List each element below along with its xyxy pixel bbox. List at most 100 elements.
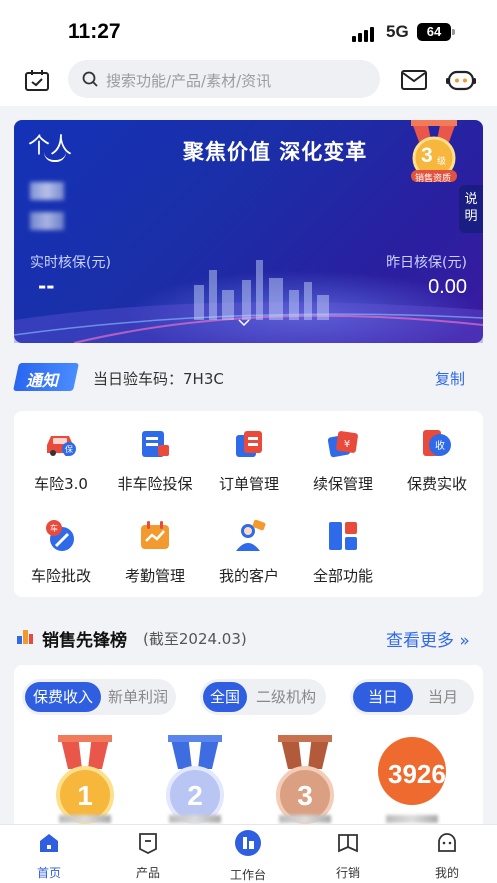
scope-toggle: 全国 二级机构 bbox=[200, 679, 326, 715]
home-icon bbox=[40, 834, 58, 852]
function-grid: 保 车险3.0 非车险投保 订单管理 ¥ 续保管理 收 保费实收 车 车险批改 … bbox=[14, 411, 483, 597]
function-label: 我的客户 bbox=[218, 567, 279, 585]
function-label: 订单管理 bbox=[218, 475, 279, 493]
tab-mine[interactable]: 我的 bbox=[417, 831, 477, 881]
ranking-header: 销售先锋榜 (截至2024.03) 查看更多 » bbox=[0, 618, 497, 654]
search-placeholder: 搜索功能/产品/素材/资讯 bbox=[106, 72, 272, 90]
edit-icon: 车 bbox=[46, 520, 74, 551]
copy-button[interactable]: 复制 bbox=[435, 368, 465, 389]
bar-chart-icon bbox=[17, 630, 33, 644]
explain-button[interactable]: 说明 bbox=[459, 185, 483, 233]
tab-marketing[interactable]: 行销 bbox=[318, 831, 378, 881]
sales-qualification-badge[interactable]: 3 级 销售资质 bbox=[405, 120, 463, 186]
banner-slogan: 聚焦价值 深化变革 bbox=[183, 140, 368, 164]
blurred-name-1 bbox=[59, 815, 111, 823]
tab-label: 我的 bbox=[434, 866, 459, 880]
svg-text:¥: ¥ bbox=[344, 439, 350, 450]
period-toggle: 当日 当月 bbox=[350, 679, 474, 715]
blurred-name-4 bbox=[386, 815, 438, 823]
function-my-customers[interactable]: 我的客户 bbox=[202, 519, 296, 586]
order-icon bbox=[236, 431, 262, 457]
metric-toggle: 保费收入 新单利润 bbox=[22, 679, 176, 715]
badge-caption: 销售资质 bbox=[415, 174, 452, 184]
tab-home[interactable]: 首页 bbox=[19, 831, 79, 881]
receipt-icon: 收 bbox=[423, 430, 451, 456]
document-icon bbox=[142, 431, 169, 457]
attendance-icon bbox=[141, 521, 169, 549]
calendar-icon[interactable] bbox=[24, 68, 50, 92]
toggle-month[interactable]: 当月 bbox=[414, 682, 472, 712]
gold-medal-icon: 1 bbox=[56, 735, 114, 824]
realtime-underwriting-label: 实时核保(元) bbox=[30, 255, 111, 271]
mail-icon[interactable] bbox=[401, 70, 427, 90]
badge-level-unit: 级 bbox=[437, 157, 447, 167]
product-icon bbox=[139, 833, 157, 855]
inspection-code-text: 当日验车码：7H3C bbox=[93, 370, 224, 388]
fourth-place-value: 3926 bbox=[388, 759, 446, 789]
tab-product[interactable]: 产品 bbox=[118, 831, 178, 881]
function-renewal-management[interactable]: ¥ 续保管理 bbox=[296, 427, 390, 494]
search-bar[interactable]: 搜索功能/产品/素材/资讯 bbox=[68, 60, 380, 98]
yesterday-underwriting-value: 0.00 bbox=[428, 276, 467, 298]
ranking-card: 保费收入 新单利润 全国 二级机构 当日 当月 1 2 3 3926 bbox=[14, 665, 483, 835]
ranking-title: 销售先锋榜 bbox=[42, 631, 127, 651]
profile-icon bbox=[438, 833, 456, 852]
function-non-car-insurance[interactable]: 非车险投保 bbox=[108, 427, 202, 494]
function-label: 车险3.0 bbox=[34, 475, 88, 493]
function-attendance[interactable]: 考勤管理 bbox=[108, 519, 202, 586]
function-label: 全部功能 bbox=[312, 567, 373, 585]
car-icon: 保 bbox=[47, 436, 76, 456]
toggle-new-profit[interactable]: 新单利润 bbox=[102, 682, 174, 712]
function-all-functions[interactable]: 全部功能 bbox=[296, 519, 390, 586]
status-bar: 11:27 5G 64 bbox=[0, 0, 497, 58]
svg-text:收: 收 bbox=[435, 439, 445, 452]
robot-assistant-icon[interactable] bbox=[446, 68, 476, 92]
blurred-name bbox=[30, 182, 64, 200]
function-label: 保费实收 bbox=[406, 475, 467, 493]
ranking-subtitle: (截至2024.03) bbox=[143, 630, 247, 648]
function-label: 车险批改 bbox=[30, 567, 91, 585]
tab-label: 工作台 bbox=[229, 868, 266, 882]
view-more-link[interactable]: 查看更多 » bbox=[386, 626, 470, 651]
function-order-management[interactable]: 订单管理 bbox=[202, 427, 296, 494]
yesterday-underwriting-label: 昨日核保(元) bbox=[386, 255, 467, 271]
realtime-underwriting-value: -- bbox=[38, 274, 55, 298]
medal-rank-3: 3 bbox=[297, 780, 313, 811]
tab-workbench[interactable]: 工作台 bbox=[218, 830, 278, 883]
all-functions-icon bbox=[329, 522, 357, 550]
blurred-id bbox=[30, 212, 64, 230]
tab-label: 产品 bbox=[135, 866, 160, 880]
bottom-tab-bar: 首页 产品 工作台 行销 我的 bbox=[0, 824, 497, 883]
renew-icon: ¥ bbox=[327, 431, 358, 458]
battery-icon: 64 bbox=[417, 23, 451, 41]
function-label: 续保管理 bbox=[312, 475, 373, 493]
blurred-name-2 bbox=[169, 815, 221, 823]
function-policy-endorsement[interactable]: 车 车险批改 bbox=[14, 519, 108, 586]
medal-rank-1: 1 bbox=[77, 780, 93, 811]
toggle-secondary-org[interactable]: 二级机构 bbox=[248, 682, 324, 712]
function-premium-collection[interactable]: 收 保费实收 bbox=[390, 427, 484, 494]
network-type: 5G bbox=[386, 22, 409, 41]
tab-label: 首页 bbox=[36, 866, 61, 880]
signal-icon bbox=[352, 26, 378, 42]
top-header: 搜索功能/产品/素材/资讯 bbox=[0, 58, 497, 106]
silver-medal-icon: 2 bbox=[166, 735, 224, 824]
search-icon bbox=[82, 71, 98, 87]
status-time: 11:27 bbox=[68, 20, 121, 43]
notice-tag: 通知 bbox=[26, 371, 59, 390]
svg-text:车: 车 bbox=[50, 523, 58, 533]
function-car-insurance[interactable]: 保 车险3.0 bbox=[14, 427, 108, 494]
toggle-today[interactable]: 当日 bbox=[353, 682, 413, 712]
badge-level: 3 bbox=[421, 144, 433, 167]
customer-icon bbox=[236, 519, 266, 551]
toggle-premium-income[interactable]: 保费收入 bbox=[25, 682, 101, 712]
marketing-icon bbox=[338, 834, 358, 853]
function-label: 非车险投保 bbox=[117, 475, 193, 493]
battery-tip bbox=[452, 29, 455, 35]
tab-label: 行销 bbox=[335, 866, 360, 880]
function-label: 考勤管理 bbox=[124, 567, 185, 585]
toggle-national[interactable]: 全国 bbox=[203, 682, 247, 712]
blurred-name-3 bbox=[279, 815, 331, 823]
medal-rank-2: 2 bbox=[187, 780, 203, 811]
svg-text:保: 保 bbox=[65, 444, 73, 454]
